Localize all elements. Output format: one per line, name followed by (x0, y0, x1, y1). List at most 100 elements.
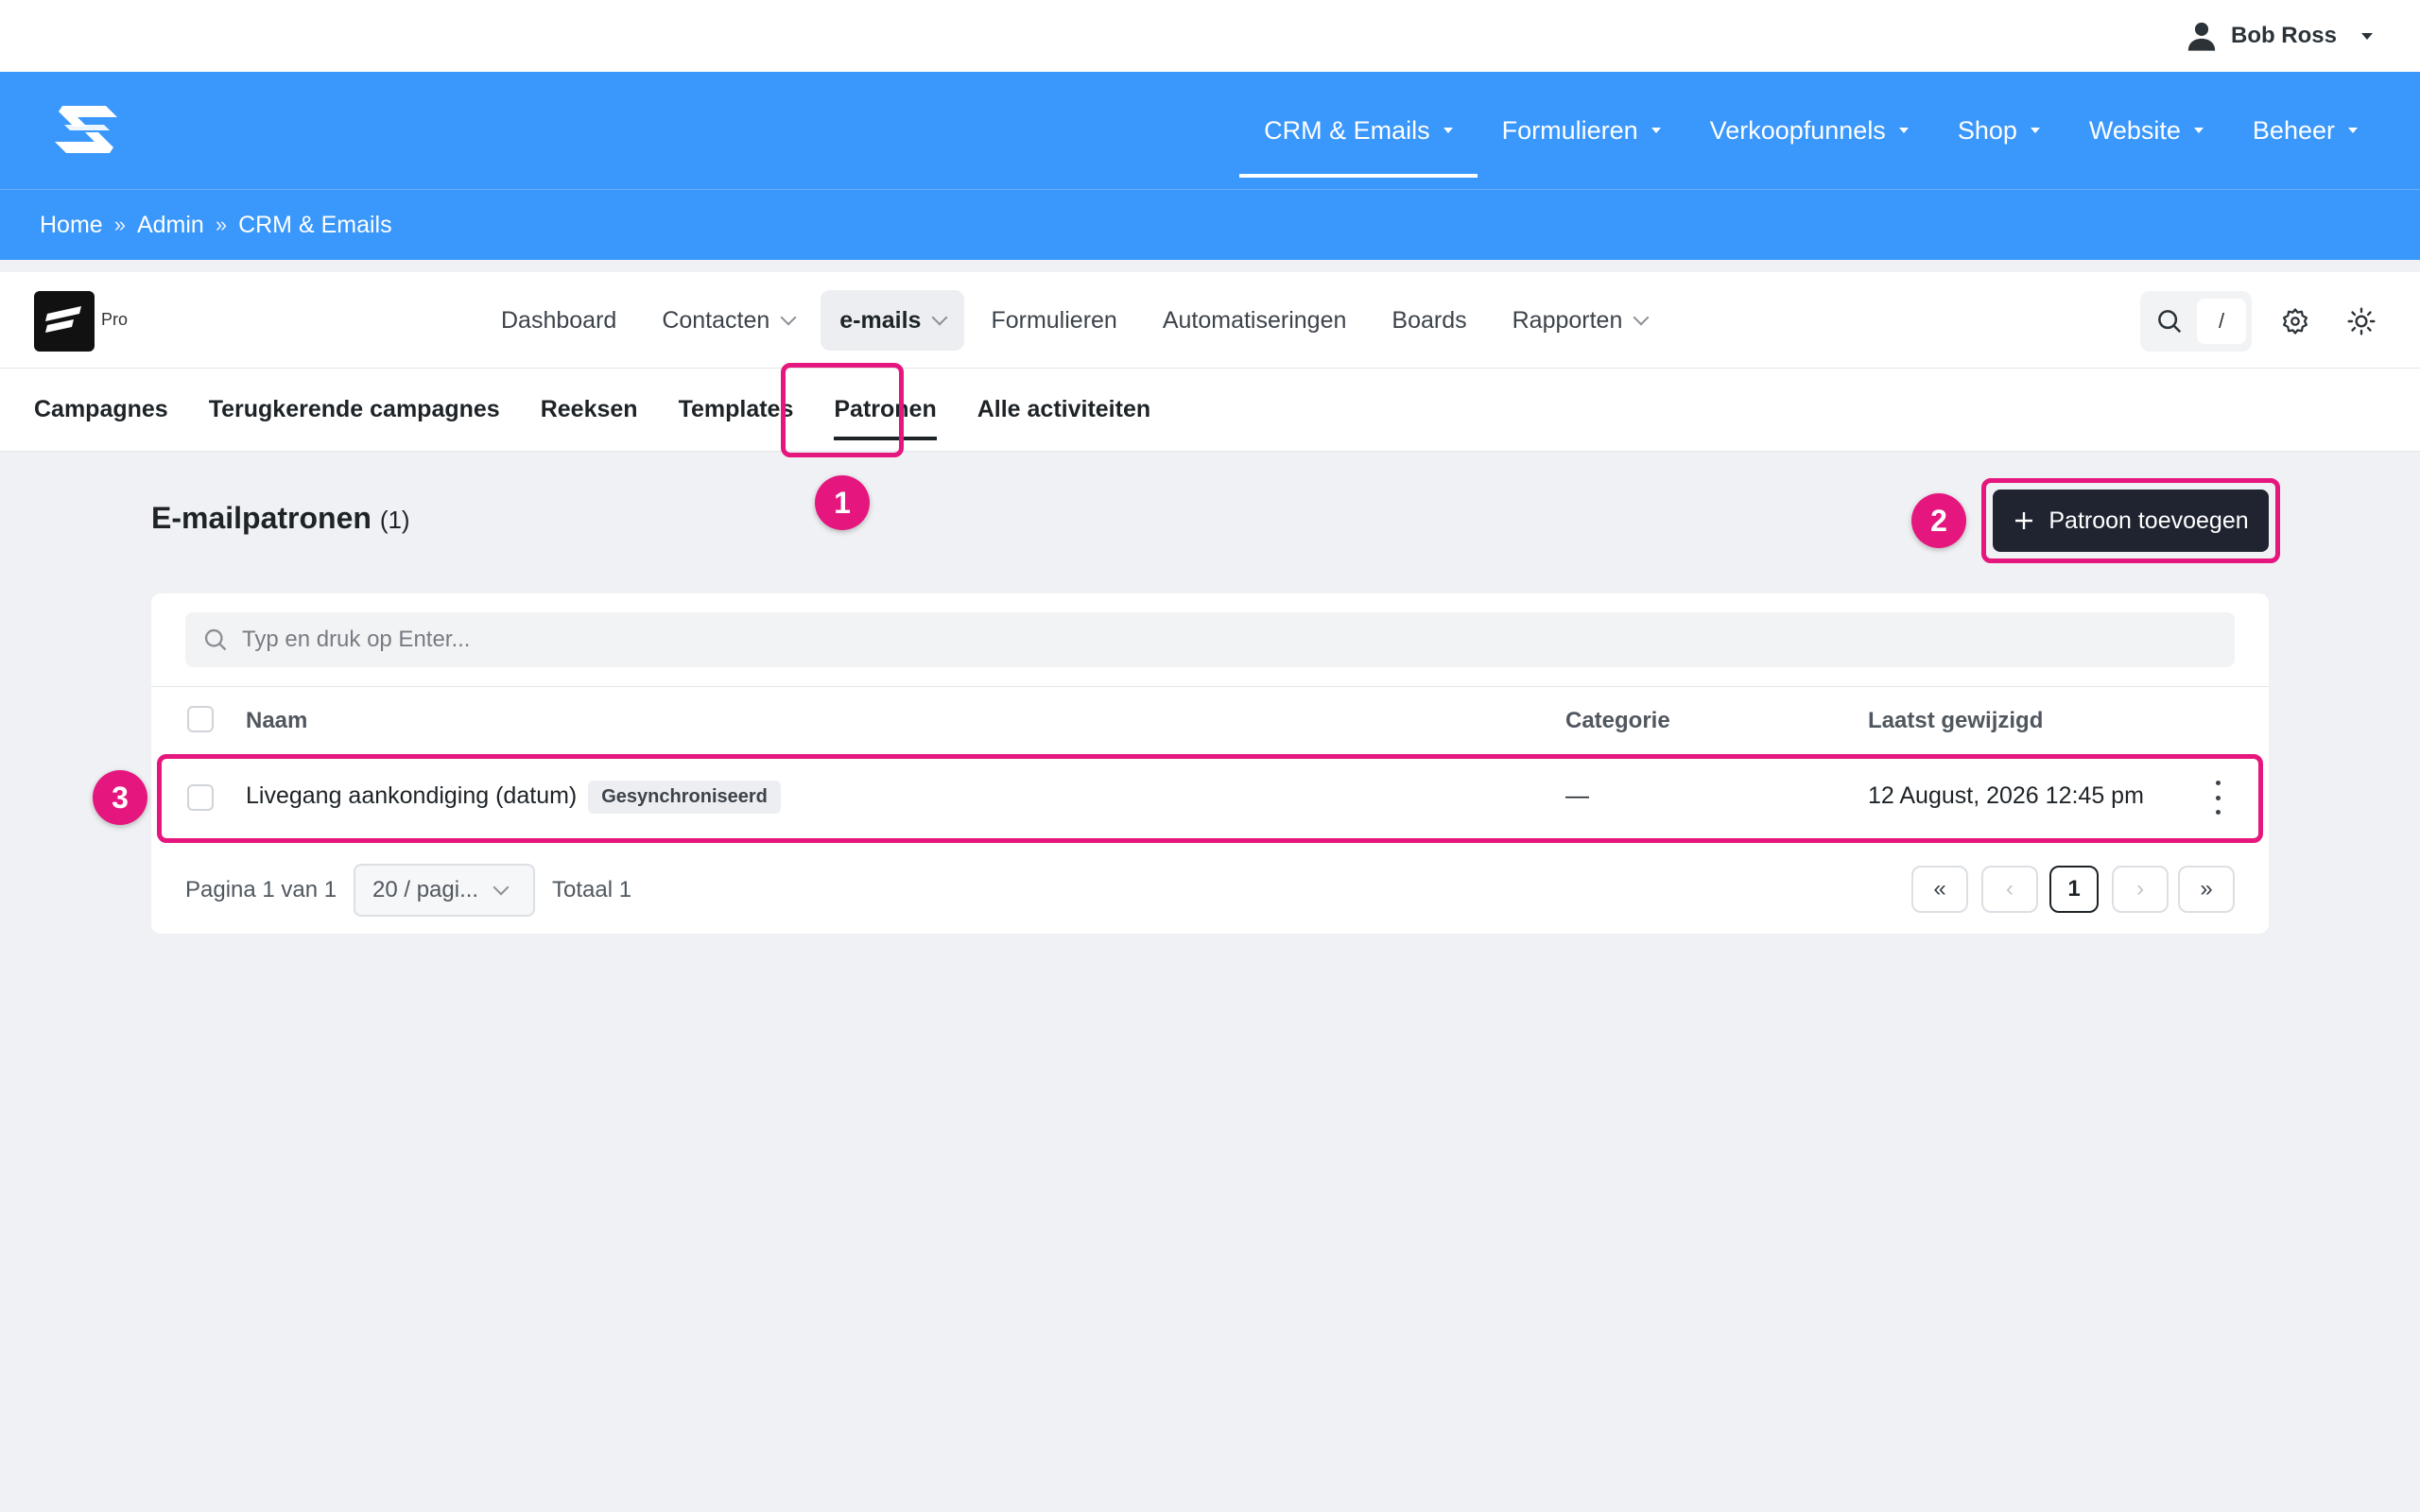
tab-formulieren[interactable]: Formulieren (972, 290, 1135, 351)
user-name: Bob Ross (2230, 23, 2337, 48)
caret-down-icon (2348, 128, 2358, 133)
settings-button[interactable] (2276, 302, 2314, 340)
subtab-campagnes[interactable]: Campagnes (34, 369, 168, 452)
main-navigation: CRM & Emails Formulieren Verkoopfunnels … (0, 72, 2420, 189)
page-title: E-mailpatronen (1) (151, 501, 410, 536)
nav-label: Formulieren (1501, 115, 1638, 145)
caret-down-icon (1651, 128, 1661, 133)
brand-logo-icon[interactable] (45, 98, 127, 161)
page-info: Pagina 1 van 1 (185, 877, 337, 902)
subtab-alle-activiteiten[interactable]: Alle activiteiten (977, 369, 1150, 452)
tab-automatiseringen[interactable]: Automatiseringen (1144, 290, 1366, 351)
sun-icon (2347, 307, 2376, 335)
breadcrumb-separator: » (113, 213, 126, 236)
tab-dashboard[interactable]: Dashboard (482, 290, 635, 351)
top-bar: Bob Ross (0, 0, 2420, 72)
status-badge: Gesynchroniseerd (588, 781, 781, 814)
sub-tabs: Campagnes Terugkerende campagnes Reeksen… (0, 369, 2420, 452)
subtab-patronen[interactable]: Patronen (834, 369, 938, 452)
add-pattern-button[interactable]: Patroon toevoegen (1993, 490, 2269, 552)
subtab-templates[interactable]: Templates (679, 369, 794, 452)
tab-label: Contacten (662, 306, 770, 334)
total-count: Totaal 1 (552, 877, 632, 902)
subtab-reeksen[interactable]: Reeksen (541, 369, 638, 452)
app-header: Pro Dashboard Contacten e-mails Formulie… (0, 272, 2420, 369)
search-icon (204, 628, 227, 651)
page-size-value: 20 / pagi... (372, 877, 479, 902)
tab-label: Boards (1392, 306, 1467, 334)
subtab-terugkerende-campagnes[interactable]: Terugkerende campagnes (209, 369, 500, 452)
nav-verkoopfunnels[interactable]: Verkoopfunnels (1685, 72, 1933, 189)
nav-label: Beheer (2252, 115, 2335, 145)
next-page-button[interactable]: › (2112, 866, 2169, 913)
chevron-down-icon (780, 309, 797, 326)
nav-website[interactable]: Website (2065, 72, 2228, 189)
user-menu[interactable]: Bob Ross (2186, 17, 2373, 55)
tab-label: Dashboard (501, 306, 617, 334)
table-header: Naam Categorie Laatst gewijzigd (151, 686, 2269, 754)
tab-label: Formulieren (991, 306, 1117, 334)
tab-label: e-mails (839, 306, 922, 334)
first-page-button[interactable]: « (1911, 866, 1968, 913)
user-icon (2187, 22, 2216, 51)
pro-label: Pro (101, 310, 129, 329)
breadcrumb-admin[interactable]: Admin (137, 212, 204, 239)
search-shortcut-key: / (2197, 299, 2246, 344)
user-menu-caret-icon (2361, 32, 2373, 40)
column-header-laatst-gewijzigd[interactable]: Laatst gewijzigd (1868, 708, 2043, 734)
breadcrumb-crm-emails[interactable]: CRM & Emails (238, 212, 392, 239)
annotation-badge-1: 1 (815, 475, 870, 530)
app-logo[interactable] (34, 291, 95, 352)
prev-page-button[interactable]: ‹ (1981, 866, 2038, 913)
annotation-badge-2: 2 (1911, 493, 1966, 548)
nav-label: Website (2088, 115, 2181, 145)
add-pattern-label: Patroon toevoegen (2048, 507, 2249, 534)
pattern-search (185, 612, 2235, 667)
patterns-card: Naam Categorie Laatst gewijzigd Livegang… (151, 593, 2269, 934)
nav-beheer[interactable]: Beheer (2228, 72, 2382, 189)
column-header-naam[interactable]: Naam (246, 708, 307, 734)
tab-e-mails[interactable]: e-mails (821, 290, 965, 351)
theme-toggle-button[interactable] (2342, 302, 2380, 340)
nav-label: CRM & Emails (1264, 115, 1430, 145)
pattern-name-link[interactable]: Livegang aankondiging (datum) (246, 782, 577, 809)
select-all-checkbox[interactable] (187, 706, 214, 732)
row-category-cell: — (1565, 782, 1589, 809)
nav-label: Verkoopfunnels (1709, 115, 1886, 145)
caret-down-icon (1443, 128, 1453, 133)
breadcrumb-home[interactable]: Home (40, 212, 103, 239)
row-checkbox[interactable] (187, 784, 214, 811)
tab-label: Rapporten (1512, 306, 1623, 334)
chevron-down-icon (1633, 309, 1650, 326)
column-header-categorie[interactable]: Categorie (1565, 708, 1670, 734)
chevron-down-icon (493, 879, 510, 896)
app-tabs: Dashboard Contacten e-mails Formulieren … (482, 289, 1666, 352)
gear-icon (2283, 308, 2308, 335)
chevron-down-icon (931, 309, 948, 326)
page-title-text: E-mailpatronen (151, 501, 372, 535)
row-name-cell: Livegang aankondiging (datum) Gesynchroni… (246, 781, 781, 814)
last-page-button[interactable]: » (2178, 866, 2235, 913)
page-1-button[interactable]: 1 (2049, 866, 2099, 913)
tab-rapporten[interactable]: Rapporten (1494, 290, 1667, 351)
breadcrumb-separator: » (215, 213, 228, 236)
table-row[interactable]: Livegang aankondiging (datum) Gesynchroni… (151, 754, 2269, 843)
app-logo-icon (45, 306, 81, 333)
tab-label: Automatiseringen (1162, 306, 1347, 334)
row-actions-icon[interactable] (2208, 781, 2227, 815)
row-modified-cell: 12 August, 2026 12:45 pm (1868, 782, 2144, 809)
caret-down-icon (2193, 128, 2204, 133)
nav-crm-emails[interactable]: CRM & Emails (1239, 72, 1478, 189)
plus-icon (2015, 512, 2033, 529)
pagination: Pagina 1 van 1 20 / pagi... Totaal 1 « ‹… (151, 864, 2269, 917)
pattern-search-input[interactable] (242, 627, 2133, 653)
search-icon (2158, 310, 2182, 334)
global-search-button[interactable]: / (2140, 291, 2252, 352)
tab-contacten[interactable]: Contacten (643, 290, 813, 351)
page-size-select[interactable]: 20 / pagi... (354, 864, 535, 917)
nav-shop[interactable]: Shop (1933, 72, 2065, 189)
tab-boards[interactable]: Boards (1373, 290, 1485, 351)
breadcrumb: Home » Admin » CRM & Emails (0, 189, 2420, 260)
nav-label: Shop (1957, 115, 2017, 145)
nav-formulieren[interactable]: Formulieren (1478, 72, 1685, 189)
